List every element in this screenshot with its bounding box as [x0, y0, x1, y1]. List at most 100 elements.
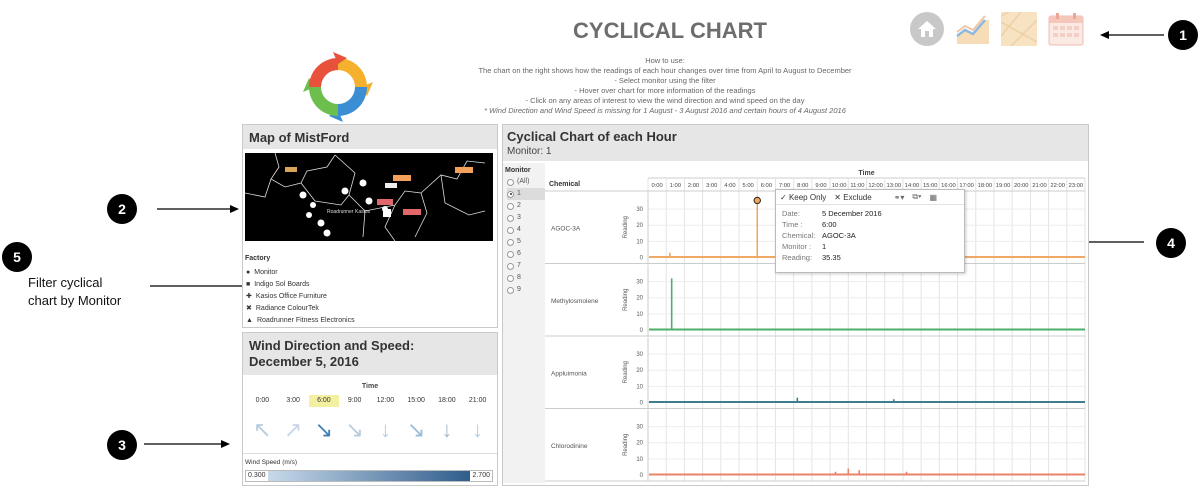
wind-time-tick[interactable]: 18:00 [432, 395, 463, 407]
y-tick-label: 10 [636, 384, 643, 390]
radio-button[interactable] [507, 262, 514, 270]
y-tick-label: 10 [636, 457, 643, 463]
wind-direction-arrow-icon[interactable]: ↘ [339, 415, 370, 445]
tooltip-value: 5 December 2016 [822, 209, 882, 218]
monitor-option[interactable]: 8 [507, 272, 545, 284]
monitor-option[interactable]: 7 [507, 260, 545, 272]
set-icon[interactable]: ⧉▾ [912, 192, 921, 202]
view-data-icon[interactable]: ▦ [930, 193, 938, 202]
tooltip-key: Time : [782, 220, 803, 229]
wind-title-line: December 5, 2016 [249, 354, 359, 369]
wind-direction-arrow-icon[interactable]: ↖ [247, 415, 278, 445]
radio-button[interactable] [507, 238, 514, 246]
wind-speed-scale: 0.300 2.700 [245, 470, 493, 482]
tooltip-row: Monitor : 1 [782, 241, 958, 252]
radio-button[interactable] [507, 190, 514, 198]
legend-label: Monitor [254, 269, 278, 276]
monitor-option-label: 3 [517, 214, 521, 221]
wind-time-tick[interactable]: 6:00 [308, 395, 340, 407]
wind-direction-arrow-icon[interactable]: ↓ [370, 415, 401, 445]
y-tick-label: 30 [636, 207, 643, 213]
radio-button[interactable] [507, 286, 514, 294]
wind-panel: Wind Direction and Speed: December 5, 20… [242, 332, 498, 486]
monitor-option[interactable]: 9 [507, 284, 545, 296]
legend-label: Kasios Office Furniture [255, 293, 327, 300]
keep-only-button[interactable]: ✓ Keep Only [780, 193, 826, 202]
y-tick-label: 20 [636, 296, 643, 302]
wind-direction-arrow-icon[interactable]: ↘ [401, 415, 432, 445]
calendar-icon[interactable] [1048, 12, 1084, 46]
wind-direction-arrow-icon[interactable]: ↓ [432, 415, 463, 445]
monitor-option[interactable]: 5 [507, 236, 545, 248]
wind-direction-arrow-icon[interactable]: ↗ [278, 415, 309, 445]
chemical-label: AGOC-3A [551, 225, 581, 232]
legend-symbol: ▲ [246, 317, 253, 324]
radio-button[interactable] [507, 214, 514, 222]
legend-item[interactable]: ■ Indigo Sol Boards [246, 279, 355, 291]
legend-label: Radiance ColourTek [255, 305, 319, 312]
radio-button[interactable] [507, 226, 514, 234]
tooltip-value: AGOC-3A [822, 231, 856, 240]
wind-time-tick[interactable]: 12:00 [370, 395, 401, 407]
legend-item[interactable]: ✖ Radiance ColourTek [246, 303, 355, 315]
hour-tick-label: 23:00 [1069, 183, 1084, 189]
wind-panel-title: Wind Direction and Speed: December 5, 20… [243, 333, 497, 375]
legend-item[interactable]: ✚ Kasios Office Furniture [246, 291, 355, 303]
exclude-button[interactable]: ✕ Exclude [834, 193, 871, 202]
hour-tick-label: 21:00 [1032, 183, 1047, 189]
radio-button[interactable] [507, 274, 514, 282]
y-tick-label: 30 [636, 352, 643, 358]
howto-line: - Click on any areas of interest to view… [525, 96, 805, 105]
wind-direction-arrow-icon[interactable]: ↓ [462, 415, 493, 445]
y-axis-label: Reading [623, 216, 629, 238]
divider [243, 453, 497, 454]
mistford-map[interactable]: Roadrunner Kasios [245, 153, 493, 241]
radio-button[interactable] [507, 178, 514, 186]
monitor-option[interactable]: (All) [507, 176, 545, 188]
legend-item[interactable]: ▲ Roadrunner Fitness Electronics [246, 315, 355, 327]
wind-time-label: Time [361, 383, 379, 390]
svg-text:Kasios: Kasios [355, 209, 371, 215]
hour-tick-label: 6:00 [761, 183, 772, 189]
wind-time-tick[interactable]: 15:00 [401, 395, 432, 407]
factory-legend: ● Monitor ■ Indigo Sol Boards ✚ Kasios Offi… [246, 267, 355, 327]
wind-speed-max: 2.700 [470, 471, 492, 481]
legend-item[interactable]: ● Monitor [246, 267, 355, 279]
map-icon[interactable] [1000, 11, 1038, 47]
monitor-option[interactable]: 4 [507, 224, 545, 236]
radio-button[interactable] [507, 250, 514, 258]
factory-legend-title: Factory [245, 255, 271, 262]
hour-tick-label: 2:00 [688, 183, 699, 189]
exclude-label: Exclude [843, 192, 872, 202]
chart-subtitle: Monitor: 1 [507, 146, 552, 157]
callout-arrow [157, 205, 239, 213]
monitor-option[interactable]: 1 [507, 188, 545, 200]
wind-time-tick[interactable]: 3:00 [278, 395, 309, 407]
callout-text: Filter cyclical chart by Monitor [28, 274, 121, 310]
monitor-option[interactable]: 3 [507, 212, 545, 224]
chemical-label: Appluimonia [551, 370, 587, 377]
callout-badge: 5 [2, 242, 32, 272]
monitor-option[interactable]: 2 [507, 200, 545, 212]
line-chart-icon[interactable] [955, 12, 991, 46]
callout-badge: 2 [107, 194, 137, 224]
check-icon: ✓ [780, 192, 787, 202]
y-tick-label: 20 [636, 441, 643, 447]
monitor-list: (All) 1 2 3 4 5 6 7 8 9 [503, 176, 545, 296]
wind-direction-arrow-icon[interactable]: ↘ [309, 415, 340, 445]
tooltip-row: Time : 6:00 [782, 219, 958, 230]
group-icon[interactable]: ⚭▾ [894, 193, 905, 202]
reading-tooltip: ✓ Keep Only ✕ Exclude ⚭▾ ⧉▾ ▦ Date: 5 Dec… [775, 189, 965, 273]
monitor-option[interactable]: 6 [507, 248, 545, 260]
radio-button[interactable] [507, 202, 514, 210]
y-axis-label: Reading [623, 289, 629, 311]
monitor-option-label: 5 [517, 238, 521, 245]
hour-tick-label: 1:00 [670, 183, 681, 189]
wind-time-tick[interactable]: 9:00 [339, 395, 370, 407]
wind-time-tick[interactable]: 21:00 [462, 395, 493, 407]
hour-tick-label: 20:00 [1014, 183, 1029, 189]
map-panel: Map of MistFord Roadrunner Kasios Factor… [242, 124, 498, 328]
legend-label: Indigo Sol Boards [254, 281, 310, 288]
home-icon[interactable] [910, 12, 944, 46]
wind-time-tick[interactable]: 0:00 [247, 395, 278, 407]
